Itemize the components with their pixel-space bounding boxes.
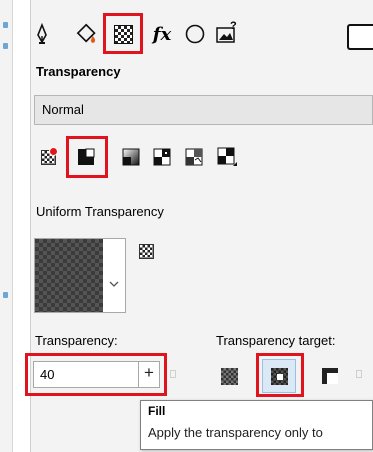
checker-swatch-icon[interactable] [139,244,154,259]
tooltip-text: Apply the transparency only to [148,425,323,440]
transparency-input[interactable]: 40 + [33,361,160,388]
more-tab-button[interactable] [347,24,373,50]
fill-target-center [277,374,283,380]
merge-mode-dropdown[interactable]: Normal [34,95,373,125]
two-color-pattern-transparency-icon[interactable] [216,146,238,168]
slider-edge [356,370,362,378]
image-icon[interactable]: ? [214,20,240,46]
transparency-label: Transparency: [35,333,118,348]
slider-toggle-icon[interactable]: + [144,363,154,383]
color-swatch [35,239,103,312]
fountain-transparency-icon[interactable] [120,146,142,168]
effects-label: fx [152,23,172,45]
circle-icon[interactable] [183,22,207,46]
divider [138,362,139,387]
color-picker[interactable] [34,238,126,313]
tooltip: Fill Apply the transparency only to [140,400,373,450]
effects-icon[interactable]: fx [150,22,174,46]
transparency-type-label: Uniform Transparency [36,204,164,219]
image-glyph: ? [230,20,237,32]
fill-target-button[interactable] [262,359,296,393]
uniform-transparency-icon[interactable] [75,146,97,168]
tooltip-title: Fill [148,404,166,418]
slider-edge [170,370,176,378]
pen-icon[interactable] [30,22,54,46]
chevron-down-icon [109,281,119,287]
merge-mode-value: Normal [42,102,84,117]
docker-marker [3,292,8,298]
vector-pattern-transparency-icon[interactable] [151,146,173,168]
transparency-value: 40 [40,367,55,382]
bitmap-pattern-transparency-icon[interactable] [183,146,205,168]
transparency-icon[interactable] [112,23,134,45]
section-title: Transparency [36,64,121,79]
docker-marker [3,43,8,49]
target-label: Transparency target: [216,333,336,348]
fill-icon[interactable] [76,22,100,46]
left-docker-strip [0,0,13,452]
docker-marker [3,22,8,28]
no-transparency-icon[interactable] [37,146,59,168]
fill-and-outline-target-icon[interactable] [218,365,240,387]
outline-target-icon[interactable] [319,365,341,387]
